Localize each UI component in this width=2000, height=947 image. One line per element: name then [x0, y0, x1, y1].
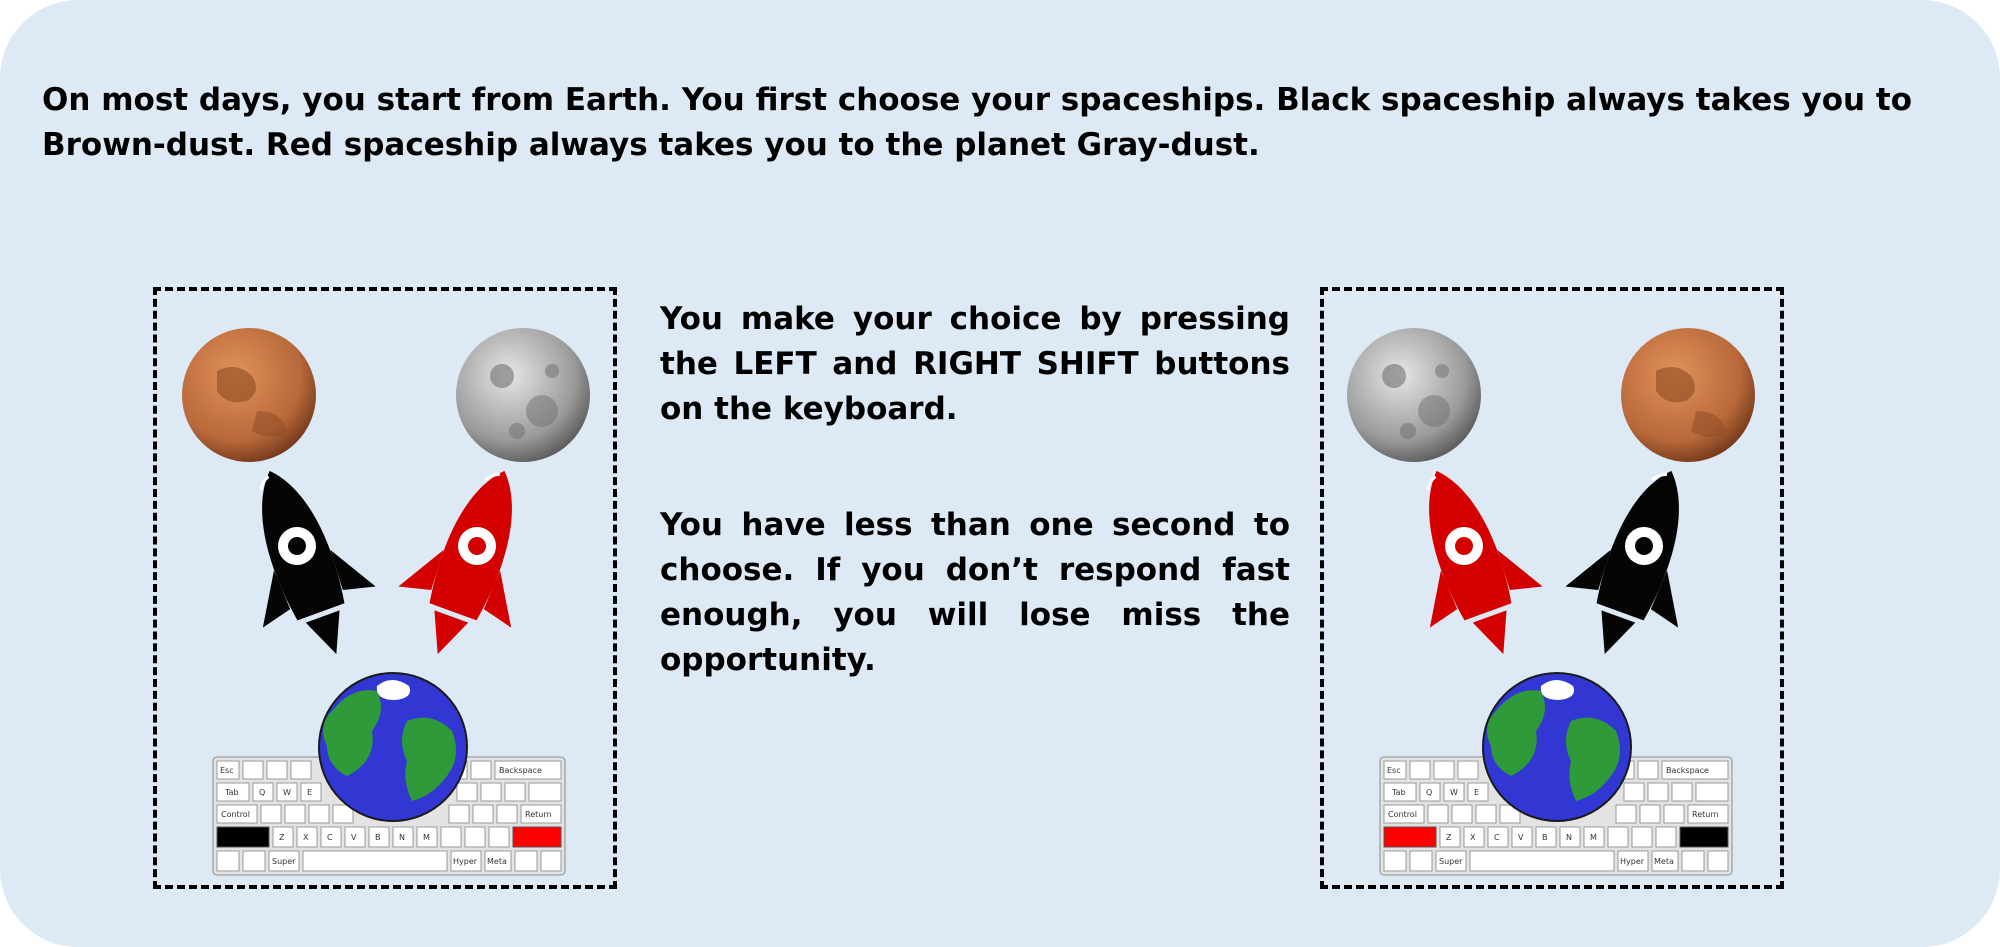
panel-illustration-right: Esc Backspace Tab Q W E Control Return Z… [1347, 328, 1755, 876]
svg-text:E: E [1474, 788, 1479, 797]
black-spaceship-icon [1565, 470, 1679, 655]
gray-dust-planet-icon [1347, 328, 1481, 462]
gray-dust-planet-icon [456, 328, 590, 462]
left-shift-key [1383, 826, 1437, 848]
svg-text:N: N [1566, 833, 1572, 842]
instructions-timing-text: You have less than one second to choose.… [660, 507, 1290, 678]
black-spaceship-icon [259, 470, 376, 655]
svg-text:V: V [1518, 833, 1524, 842]
svg-text:Control: Control [221, 810, 250, 819]
svg-text:X: X [1470, 833, 1476, 842]
svg-text:Z: Z [1446, 833, 1452, 842]
red-spaceship-icon [398, 470, 512, 655]
svg-text:Tab: Tab [1391, 788, 1406, 797]
earth-icon [1482, 672, 1632, 822]
svg-text:Tab: Tab [224, 788, 239, 797]
instructions-keys-text: You make your choice by pressing the LEF… [660, 301, 1290, 427]
brown-dust-planet-icon [1621, 328, 1755, 462]
panel-illustration-left: Esc Backspace Tab Q W E Control Return Z… [182, 328, 590, 876]
svg-text:Q: Q [1426, 788, 1432, 797]
svg-text:Meta: Meta [487, 857, 507, 866]
svg-text:Hyper: Hyper [453, 857, 478, 866]
earth-icon [318, 672, 468, 822]
svg-text:V: V [351, 833, 357, 842]
svg-text:N: N [399, 833, 405, 842]
svg-text:Super: Super [1439, 857, 1463, 866]
svg-text:Meta: Meta [1654, 857, 1674, 866]
svg-text:Esc: Esc [1387, 766, 1401, 775]
svg-text:Backspace: Backspace [1666, 766, 1709, 775]
svg-text:Super: Super [272, 857, 296, 866]
svg-text:B: B [1542, 833, 1548, 842]
choice-panel-right: Esc Backspace Tab Q W E Control Return Z… [1320, 287, 1784, 889]
right-shift-key [512, 826, 562, 848]
svg-text:Control: Control [1388, 810, 1417, 819]
right-shift-key [1679, 826, 1729, 848]
svg-text:Esc: Esc [220, 766, 234, 775]
intro-text: On most days, you start from Earth. You … [42, 82, 1913, 163]
svg-text:X: X [303, 833, 309, 842]
svg-text:M: M [1590, 833, 1597, 842]
svg-text:Return: Return [525, 810, 552, 819]
svg-text:Q: Q [259, 788, 265, 797]
svg-text:E: E [307, 788, 312, 797]
svg-text:C: C [327, 833, 333, 842]
svg-text:C: C [1494, 833, 1500, 842]
red-spaceship-icon [1426, 470, 1543, 655]
choice-panel-left: Esc Backspace Tab Q W E Control Return Z… [153, 287, 617, 889]
svg-text:W: W [283, 788, 291, 797]
svg-text:Z: Z [279, 833, 285, 842]
svg-text:Hyper: Hyper [1620, 857, 1645, 866]
svg-text:M: M [423, 833, 430, 842]
svg-text:B: B [375, 833, 381, 842]
svg-text:Return: Return [1692, 810, 1719, 819]
svg-text:W: W [1450, 788, 1458, 797]
svg-text:Backspace: Backspace [499, 766, 542, 775]
brown-dust-planet-icon [182, 328, 316, 462]
left-shift-key [216, 826, 270, 848]
